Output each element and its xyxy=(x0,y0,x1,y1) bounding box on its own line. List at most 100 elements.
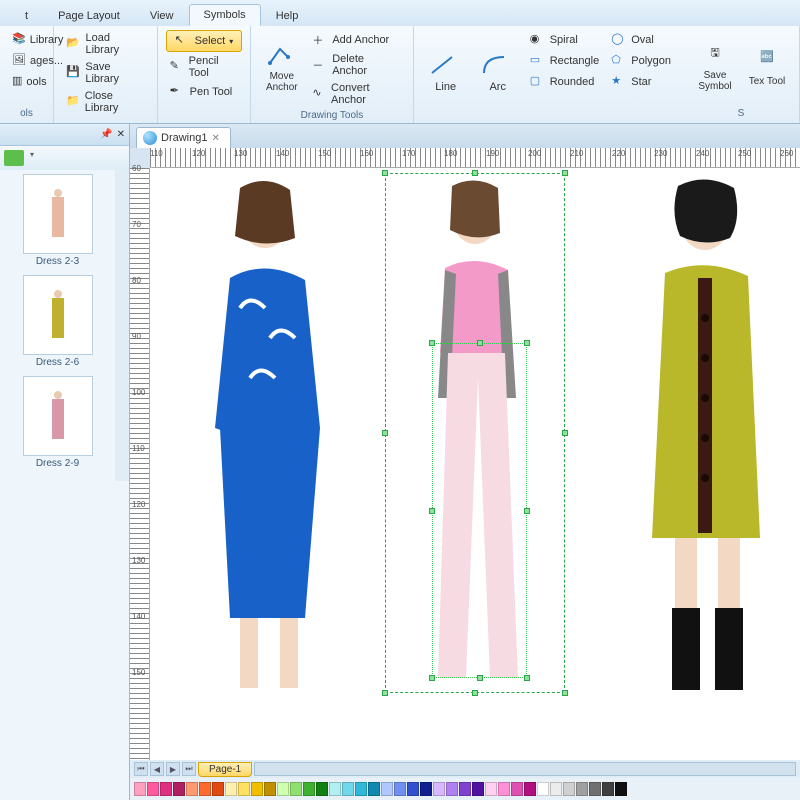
select-tool-button[interactable]: ↖Select▾ xyxy=(166,30,243,52)
oval-button[interactable]: ◯Oval xyxy=(607,30,675,50)
palette-swatch[interactable] xyxy=(576,782,588,796)
palette-swatch[interactable] xyxy=(446,782,458,796)
tab-close-icon[interactable]: ✕ xyxy=(211,133,219,144)
palette-swatch[interactable] xyxy=(147,782,159,796)
close-library-button[interactable]: 📁Close Library xyxy=(62,88,149,116)
figure-olive-coat[interactable] xyxy=(610,178,800,698)
library-item[interactable]: Dress 2-3 xyxy=(4,174,111,267)
palette-swatch[interactable] xyxy=(199,782,211,796)
palette-swatch[interactable] xyxy=(251,782,263,796)
palette-swatch[interactable] xyxy=(160,782,172,796)
palette-swatch[interactable] xyxy=(381,782,393,796)
add-anchor-button[interactable]: ＋Add Anchor xyxy=(308,30,404,50)
palette-swatch[interactable] xyxy=(472,782,484,796)
palette-swatch[interactable] xyxy=(589,782,601,796)
document-tabs: Drawing1 ✕ xyxy=(130,124,800,148)
palette-swatch[interactable] xyxy=(173,782,185,796)
palette-swatch[interactable] xyxy=(264,782,276,796)
palette-swatch[interactable] xyxy=(134,782,146,796)
save-symbol-button[interactable]: 🖫Save Symbol xyxy=(691,30,739,106)
palette-swatch[interactable] xyxy=(225,782,237,796)
pencil-tool-button[interactable]: ✎Pencil Tool xyxy=(166,53,243,81)
pen-tool-button[interactable]: ✒Pen Tool xyxy=(166,82,243,102)
palette-swatch[interactable] xyxy=(537,782,549,796)
palette-swatch[interactable] xyxy=(329,782,341,796)
palette-swatch[interactable] xyxy=(511,782,523,796)
menu-view[interactable]: View xyxy=(135,5,189,26)
menu-symbols[interactable]: Symbols xyxy=(189,4,261,26)
palette-swatch[interactable] xyxy=(524,782,536,796)
palette-swatch[interactable] xyxy=(459,782,471,796)
nav-next[interactable]: ▶ xyxy=(166,762,180,776)
palette-swatch[interactable] xyxy=(394,782,406,796)
arc-tool-button[interactable]: Arc xyxy=(474,30,522,117)
save-icon: 💾 xyxy=(66,65,81,81)
tab-drawing1[interactable]: Drawing1 ✕ xyxy=(136,127,231,148)
text-tool-button[interactable]: 🔤Tex Tool xyxy=(743,30,791,106)
palette-swatch[interactable] xyxy=(186,782,198,796)
canvas[interactable] xyxy=(150,168,800,760)
add-library-button[interactable] xyxy=(4,150,24,166)
palette-swatch[interactable] xyxy=(615,782,627,796)
palette-swatch[interactable] xyxy=(550,782,562,796)
polygon-button[interactable]: ⬠Polygon xyxy=(607,51,675,71)
page-navigation: ⏮ ◀ ▶ ⏭ Page-1 xyxy=(130,760,800,778)
convert-anchor-button[interactable]: ∿Convert Anchor xyxy=(308,80,404,108)
palette-swatch[interactable] xyxy=(485,782,497,796)
arc-icon xyxy=(482,55,514,79)
ruler-mark: 240 xyxy=(696,149,709,158)
selection-inner[interactable] xyxy=(432,343,527,678)
delete-anchor-button[interactable]: －Delete Anchor xyxy=(308,51,404,79)
palette-swatch[interactable] xyxy=(342,782,354,796)
h-scrollbar[interactable] xyxy=(254,762,796,776)
library-item[interactable]: Dress 2-9 xyxy=(4,376,111,469)
chevron-down-icon: ▾ xyxy=(229,37,233,46)
ribbon: 📚Library 🖼ages... ▥ools ols 📂Load Librar… xyxy=(0,26,800,124)
star-button[interactable]: ★Star xyxy=(607,72,675,92)
close-icon[interactable]: ✕ xyxy=(117,129,125,140)
page-tab[interactable]: Page-1 xyxy=(198,762,252,777)
spiral-button[interactable]: ◉Spiral xyxy=(526,30,604,50)
ruler-mark: 120 xyxy=(132,500,145,509)
palette-swatch[interactable] xyxy=(316,782,328,796)
convert-anchor-icon: ∿ xyxy=(312,86,327,102)
palette-swatch[interactable] xyxy=(433,782,445,796)
palette-swatch[interactable] xyxy=(420,782,432,796)
palette-swatch[interactable] xyxy=(368,782,380,796)
palette-swatch[interactable] xyxy=(303,782,315,796)
load-library-button[interactable]: 📂Load Library xyxy=(62,30,149,58)
rectangle-button[interactable]: ▭Rectangle xyxy=(526,51,604,71)
save-library-button[interactable]: 💾Save Library xyxy=(62,59,149,87)
palette-swatch[interactable] xyxy=(355,782,367,796)
menu-t[interactable]: t xyxy=(10,5,43,26)
menu-page-layout[interactable]: Page Layout xyxy=(43,5,135,26)
library-button[interactable]: 📚Library xyxy=(8,30,45,50)
tools-button[interactable]: ▥ools xyxy=(8,72,45,92)
line-icon xyxy=(430,55,462,79)
rounded-button[interactable]: ▢Rounded xyxy=(526,72,604,92)
palette-swatch[interactable] xyxy=(212,782,224,796)
palette-swatch[interactable] xyxy=(563,782,575,796)
library-item[interactable]: Dress 2-6 xyxy=(4,275,111,368)
palette-swatch[interactable] xyxy=(407,782,419,796)
palette-swatch[interactable] xyxy=(498,782,510,796)
nav-first[interactable]: ⏮ xyxy=(134,762,148,776)
ruler-mark: 130 xyxy=(234,149,247,158)
line-tool-button[interactable]: Line xyxy=(422,30,470,117)
nav-prev[interactable]: ◀ xyxy=(150,762,164,776)
ruler-horizontal: 1101201301401501601701801902002102202302… xyxy=(150,148,800,168)
palette-swatch[interactable] xyxy=(277,782,289,796)
images-button[interactable]: 🖼ages... xyxy=(8,51,45,71)
ruler-mark: 150 xyxy=(132,668,145,677)
figure-blue-dress[interactable] xyxy=(170,178,360,698)
menu-help[interactable]: Help xyxy=(261,5,314,26)
pin-icon[interactable]: 📌 xyxy=(100,129,112,140)
library-panel: 📌 ✕ Dress 2-3 Dress 2-6 xyxy=(0,124,130,800)
palette-swatch[interactable] xyxy=(238,782,250,796)
library-scrollbar[interactable] xyxy=(115,170,129,481)
ribbon-group-title: ols xyxy=(8,106,45,121)
palette-swatch[interactable] xyxy=(290,782,302,796)
nav-last[interactable]: ⏭ xyxy=(182,762,196,776)
palette-swatch[interactable] xyxy=(602,782,614,796)
move-anchor-button[interactable]: Move Anchor xyxy=(259,30,304,108)
